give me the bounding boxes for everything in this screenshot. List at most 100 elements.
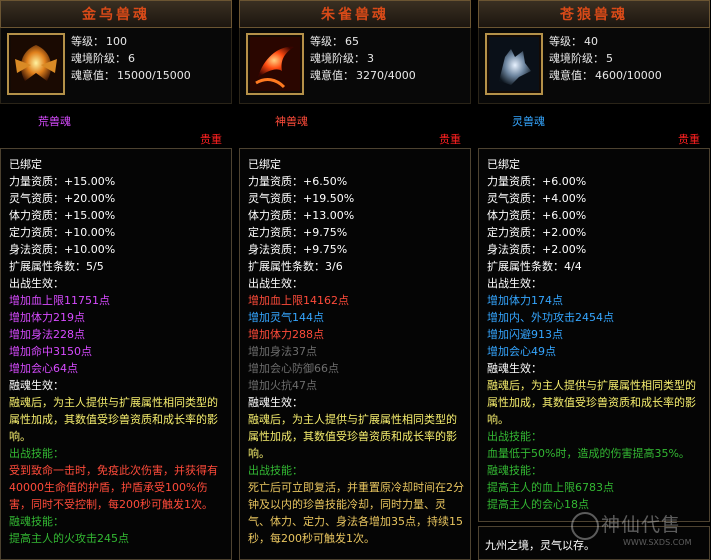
detail-line: 血量低于50%时，造成的伤害提高35%。 — [487, 447, 690, 460]
detail-line: 增加会心防御66点 — [248, 362, 339, 375]
soul-card-jinwu: 金乌兽魂 等级： 100 魂境阶级： 6 魂意值： 15000/15000 荒兽魂 贵… — [0, 0, 232, 560]
watermark-logo-icon — [571, 512, 599, 540]
detail-line: 增加闪避913点 — [487, 328, 563, 341]
level-label: 等级： — [71, 35, 104, 48]
quality-badge: 贵重 — [200, 133, 222, 146]
soul-label: 魂意值： — [71, 69, 115, 82]
detail-line: 增加火抗47点 — [248, 379, 317, 392]
detail-line: 增加身法228点 — [9, 328, 85, 341]
detail-line: 出战技能： — [248, 464, 303, 477]
detail-line: 扩展属性条数：3/6 — [248, 260, 343, 273]
card-details: 已绑定力量资质：+6.00% 灵气资质：+4.00% 体力资质：+6.00% 定力资质… — [478, 148, 710, 522]
detail-line: 融魂后，为主人提供与扩展属性相同类型的属性加成，其数值受珍兽资质和成长率的影响。 — [9, 396, 218, 443]
stage-label: 魂境阶级： — [310, 52, 365, 65]
detail-line: 身法资质：+9.75% — [248, 243, 348, 256]
detail-line: 增加内、外功攻击2454点 — [487, 311, 614, 324]
soul-label: 魂意值： — [310, 69, 354, 82]
detail-line: 死亡后可立即复活，并重置原冷却时间在2分钟及以内的珍兽技能冷却，同时力量、灵气、… — [248, 481, 464, 545]
card-title: 金乌兽魂 — [0, 0, 232, 28]
detail-line: 力量资质：+6.00% — [487, 175, 587, 188]
detail-line: 灵气资质：+4.00% — [487, 192, 587, 205]
type-row: 灵兽魂 贵重 — [478, 104, 710, 148]
card-details: 已绑定力量资质：+6.50% 灵气资质：+19.50% 体力资质：+13.00% 定力… — [239, 148, 471, 560]
detail-line: 融魂生效： — [487, 362, 542, 375]
stage-label: 魂境阶级： — [549, 52, 604, 65]
detail-line: 灵气资质：+19.50% — [248, 192, 355, 205]
card-stats: 等级： 100 魂境阶级： 6 魂意值： 15000/15000 — [71, 33, 191, 84]
detail-line: 出战技能： — [487, 430, 542, 443]
detail-line: 力量资质：+15.00% — [9, 175, 116, 188]
type-row: 神兽魂 贵重 — [239, 104, 471, 148]
card-header: 等级： 65 魂境阶级： 3 魂意值： 3270/4000 — [239, 28, 471, 104]
vermilion-bird-icon[interactable] — [246, 33, 304, 95]
stage-label: 魂境阶级： — [71, 52, 126, 65]
detail-line: 增加会心49点 — [487, 345, 556, 358]
type-row: 荒兽魂 贵重 — [0, 104, 232, 148]
golden-crow-icon[interactable] — [7, 33, 65, 95]
detail-line: 身法资质：+10.00% — [9, 243, 116, 256]
detail-line: 力量资质：+6.50% — [248, 175, 348, 188]
soul-value: 3270/4000 — [356, 69, 416, 82]
soul-type: 灵兽魂 — [512, 115, 545, 128]
detail-line: 出战技能： — [9, 447, 64, 460]
detail-line: 扩展属性条数：5/5 — [9, 260, 104, 273]
quality-badge: 贵重 — [678, 133, 700, 146]
soul-value: 15000/15000 — [117, 69, 191, 82]
detail-line: 扩展属性条数：4/4 — [487, 260, 582, 273]
card-title: 朱雀兽魂 — [239, 0, 471, 28]
detail-line: 体力资质：+13.00% — [248, 209, 355, 222]
soul-type: 荒兽魂 — [38, 115, 71, 128]
detail-line: 提高主人的火攻击245点 — [9, 532, 129, 545]
stage-value: 6 — [128, 52, 135, 65]
card-stats: 等级： 65 魂境阶级： 3 魂意值： 3270/4000 — [310, 33, 416, 84]
detail-line: 增加身法37点 — [248, 345, 317, 358]
detail-line: 出战生效： — [248, 277, 303, 290]
detail-line: 身法资质：+2.00% — [487, 243, 587, 256]
soul-type: 神兽魂 — [275, 115, 308, 128]
card-header: 等级： 100 魂境阶级： 6 魂意值： 15000/15000 — [0, 28, 232, 104]
level-value: 100 — [106, 35, 127, 48]
detail-line: 融魂技能： — [9, 515, 64, 528]
card-stats: 等级： 40 魂境阶级： 5 魂意值： 4600/10000 — [549, 33, 662, 84]
stage-value: 5 — [606, 52, 613, 65]
grey-wolf-icon[interactable] — [485, 33, 543, 95]
soul-card-canglang: 苍狼兽魂 等级： 40 魂境阶级： 5 魂意值： 4600/10000 灵兽魂 贵重 … — [478, 0, 710, 560]
card-header: 等级： 40 魂境阶级： 5 魂意值： 4600/10000 — [478, 28, 710, 104]
detail-line: 定力资质：+10.00% — [9, 226, 116, 239]
detail-line: 体力资质：+15.00% — [9, 209, 116, 222]
detail-line: 增加体力174点 — [487, 294, 563, 307]
watermark-text: 神仙代售 — [601, 514, 682, 536]
stage-value: 3 — [367, 52, 374, 65]
level-label: 等级： — [549, 35, 582, 48]
detail-line: 融魂技能： — [487, 464, 542, 477]
card-title: 苍狼兽魂 — [478, 0, 710, 28]
detail-line: 增加血上限14162点 — [248, 294, 349, 307]
watermark-url: WWW.SXDS.COM — [623, 538, 692, 547]
detail-line: 已绑定 — [487, 158, 520, 171]
detail-line: 融魂生效： — [248, 396, 303, 409]
detail-line: 增加体力219点 — [9, 311, 85, 324]
detail-line: 提高主人的血上限6783点 — [487, 481, 614, 494]
detail-line: 出战生效： — [487, 277, 542, 290]
soul-card-zhuque: 朱雀兽魂 等级： 65 魂境阶级： 3 魂意值： 3270/4000 神兽魂 贵重 已… — [239, 0, 471, 560]
detail-line: 融魂生效： — [9, 379, 64, 392]
detail-line: 已绑定 — [248, 158, 281, 171]
level-value: 65 — [345, 35, 359, 48]
detail-line: 定力资质：+9.75% — [248, 226, 348, 239]
detail-line: 已绑定 — [9, 158, 42, 171]
detail-line: 融魂后，为主人提供与扩展属性相同类型的属性加成，其数值受珍兽资质和成长率的影响。 — [248, 413, 457, 460]
detail-line: 融魂后，为主人提供与扩展属性相同类型的属性加成，其数值受珍兽资质和成长率的影响。 — [487, 379, 696, 426]
detail-line: 体力资质：+6.00% — [487, 209, 587, 222]
quality-badge: 贵重 — [439, 133, 461, 146]
detail-line: 增加会心64点 — [9, 362, 78, 375]
level-value: 40 — [584, 35, 598, 48]
detail-line: 增加体力288点 — [248, 328, 324, 341]
detail-line: 定力资质：+2.00% — [487, 226, 587, 239]
detail-line: 增加血上限11751点 — [9, 294, 110, 307]
level-label: 等级： — [310, 35, 343, 48]
soul-value: 4600/10000 — [595, 69, 662, 82]
detail-line: 出战生效： — [9, 277, 64, 290]
detail-line: 增加灵气144点 — [248, 311, 324, 324]
card-details: 已绑定 力量资质：+15.00% 灵气资质：+20.00% 体力资质：+15.00% 定… — [0, 148, 232, 560]
detail-line: 增加命中3150点 — [9, 345, 92, 358]
